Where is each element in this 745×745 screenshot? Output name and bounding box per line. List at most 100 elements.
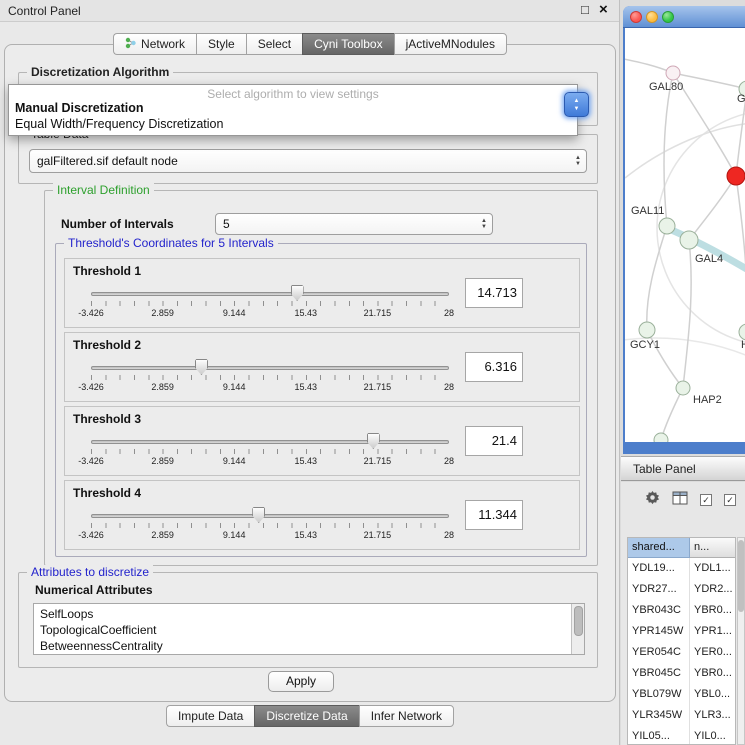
minimize-traffic-light[interactable]	[646, 11, 658, 23]
network-node[interactable]	[666, 66, 680, 80]
apply-button[interactable]: Apply	[268, 671, 334, 692]
network-node[interactable]	[659, 218, 675, 234]
tab-style[interactable]: Style	[196, 33, 246, 55]
network-view-window: GAL80 GAL11 GAL4 GCY1 HAP2 GA H	[623, 6, 745, 454]
node-label-gal11[interactable]: GAL11	[631, 205, 664, 217]
cell[interactable]: YBR0...	[690, 663, 735, 684]
cell[interactable]: YDR27...	[628, 579, 690, 600]
node-label-gal4[interactable]: GAL4	[695, 253, 723, 265]
cell[interactable]: YER054C	[628, 642, 690, 663]
cell[interactable]: YBL079W	[628, 684, 690, 705]
slider-thumb[interactable]	[252, 507, 265, 523]
tick-label: -3.426	[78, 382, 104, 392]
cell[interactable]: YBL0...	[690, 684, 735, 705]
slider-track[interactable]	[91, 292, 449, 296]
network-node[interactable]	[676, 381, 690, 395]
node-label-partial-h[interactable]: H	[741, 339, 745, 351]
threshold-2-slider[interactable]: -3.426 2.859 9.144 15.43 21.715 28	[91, 359, 449, 399]
algorithm-combo-stepper[interactable]: ▲ ▼	[564, 92, 589, 117]
column-header-name[interactable]: n...	[690, 538, 735, 558]
close-icon[interactable]: ×	[599, 1, 608, 18]
cell[interactable]: YPR145W	[628, 621, 690, 642]
cell[interactable]: YDL1...	[690, 558, 735, 579]
table-row[interactable]: YPR145WYPR1...	[628, 621, 735, 642]
table-scrollbar[interactable]	[737, 537, 745, 745]
node-label-gcy1[interactable]: GCY1	[630, 339, 660, 351]
node-label-gal80[interactable]: GAL80	[649, 81, 683, 93]
scrollbar-thumb[interactable]	[738, 540, 744, 612]
list-item[interactable]: SelfLoops	[34, 604, 584, 622]
table-row[interactable]: YDL19...YDL1...	[628, 558, 735, 579]
selected-network-node[interactable]	[727, 167, 745, 185]
cell[interactable]: YLR345W	[628, 705, 690, 726]
slider-thumb[interactable]	[291, 285, 304, 301]
threshold-3-value-field[interactable]: 21.4	[465, 426, 523, 456]
cell[interactable]: YLR3...	[690, 705, 735, 726]
threshold-2-value-field[interactable]: 6.316	[465, 352, 523, 382]
slider-thumb[interactable]	[367, 433, 380, 449]
slider-track[interactable]	[91, 440, 449, 444]
attributes-list-scrollbar[interactable]	[571, 604, 584, 654]
settings-gear-icon[interactable]	[645, 490, 660, 510]
cell[interactable]: YBR043C	[628, 600, 690, 621]
float-window-icon[interactable]: □	[581, 2, 589, 17]
close-traffic-light[interactable]	[630, 11, 642, 23]
network-window-titlebar[interactable]	[623, 6, 745, 28]
table-data-combo[interactable]: galFiltered.sif default node ▲▼	[29, 149, 587, 173]
tab-impute-data[interactable]: Impute Data	[166, 705, 254, 727]
dropdown-option-equal-width[interactable]: Equal Width/Frequency Discretization	[9, 116, 577, 132]
cell[interactable]: YDL19...	[628, 558, 690, 579]
tick-label: 2.859	[151, 382, 174, 392]
filter-checkbox-icon[interactable]: ✓	[724, 494, 736, 506]
select-all-checkbox-icon[interactable]: ✓	[700, 494, 712, 506]
table-row[interactable]: YLR345WYLR3...	[628, 705, 735, 726]
cell[interactable]: YDR2...	[690, 579, 735, 600]
number-of-intervals-combo[interactable]: 5 ▲▼	[215, 213, 493, 235]
tab-discretize-data[interactable]: Discretize Data	[254, 705, 358, 727]
cell[interactable]: YIL0...	[690, 726, 735, 745]
tab-infer-network[interactable]: Infer Network	[359, 705, 454, 727]
cell[interactable]: YER0...	[690, 642, 735, 663]
node-label-hap2[interactable]: HAP2	[693, 394, 722, 406]
threshold-3-slider[interactable]: -3.426 2.859 9.144 15.43 21.715 28	[91, 433, 449, 473]
column-visibility-icon[interactable]	[672, 491, 688, 510]
column-header-shared-name[interactable]: shared...	[628, 538, 690, 558]
slider-track[interactable]	[91, 366, 449, 370]
threshold-1-slider[interactable]: -3.426 2.859 9.144 15.43 21.715 28	[91, 285, 449, 325]
network-node[interactable]	[654, 433, 668, 442]
cell[interactable]: YBR0...	[690, 600, 735, 621]
threshold-4-value-field[interactable]: 11.344	[465, 500, 523, 530]
slider-track[interactable]	[91, 514, 449, 518]
zoom-traffic-light[interactable]	[662, 11, 674, 23]
threshold-4-slider[interactable]: -3.426 2.859 9.144 15.43 21.715 28	[91, 507, 449, 547]
table-row[interactable]: YER054CYER0...	[628, 642, 735, 663]
tab-select[interactable]: Select	[246, 33, 302, 55]
tab-jactivemnodules[interactable]: jActiveMNodules	[394, 33, 507, 55]
threshold-1-value-field[interactable]: 14.713	[465, 278, 523, 308]
network-node[interactable]	[739, 324, 745, 340]
network-node[interactable]	[680, 231, 698, 249]
scrollbar-thumb[interactable]	[574, 606, 583, 636]
dropdown-option-manual[interactable]: Manual Discretization	[9, 100, 577, 116]
table-row[interactable]: YBL079WYBL0...	[628, 684, 735, 705]
network-node[interactable]	[639, 322, 655, 338]
cell[interactable]: YPR1...	[690, 621, 735, 642]
table-row[interactable]: YBR045CYBR0...	[628, 663, 735, 684]
tab-infer-network-label: Infer Network	[371, 709, 442, 723]
table-row[interactable]: YBR043CYBR0...	[628, 600, 735, 621]
combo-stepper-icon[interactable]: ▲▼	[575, 155, 581, 167]
node-label-partial-ga[interactable]: GA	[737, 93, 745, 105]
cell[interactable]: YBR045C	[628, 663, 690, 684]
tab-network[interactable]: Network	[113, 33, 196, 55]
table-row[interactable]: YIL05...YIL0...	[628, 726, 735, 745]
threshold-4-panel: Threshold 4 -3.426 2.859 9.144 15.43 21.…	[64, 480, 580, 550]
table-row[interactable]: YDR27...YDR2...	[628, 579, 735, 600]
network-canvas[interactable]: GAL80 GAL11 GAL4 GCY1 HAP2 GA H	[625, 28, 745, 442]
tab-cyni-toolbox[interactable]: Cyni Toolbox	[302, 33, 393, 55]
list-item[interactable]: BetweennessCentrality	[34, 638, 584, 654]
threshold-2-label: Threshold 2	[73, 338, 141, 352]
combo-stepper-icon[interactable]: ▲▼	[481, 218, 487, 230]
cell[interactable]: YIL05...	[628, 726, 690, 745]
slider-thumb[interactable]	[195, 359, 208, 375]
list-item[interactable]: TopologicalCoefficient	[34, 622, 584, 638]
